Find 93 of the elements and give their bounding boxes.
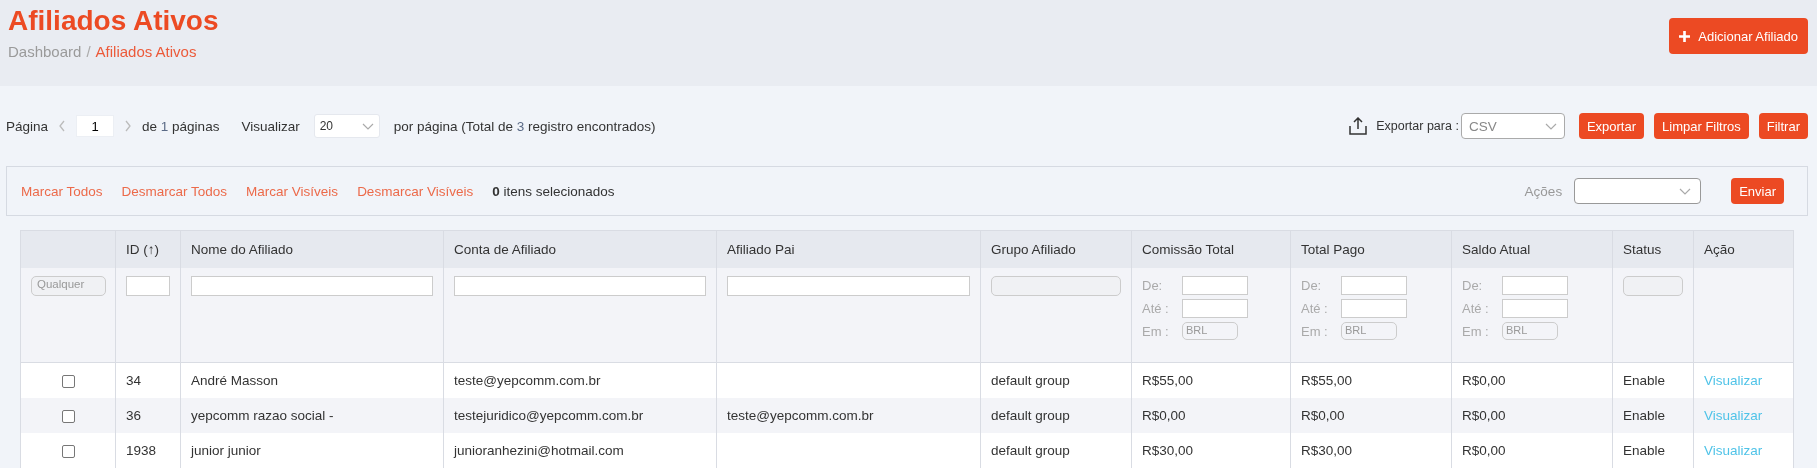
chevron-down-icon [1544,122,1557,130]
table-cell: teste@yepcomm.com.br [454,373,601,388]
table-cell: R$55,00 [1142,373,1194,388]
table-cell: R$30,00 [1142,443,1194,458]
from-label: De: [1301,278,1323,293]
chevron-down-icon [1679,187,1692,195]
send-button[interactable]: Enviar [1731,178,1784,204]
table-cell: Enable [1623,408,1666,423]
filter-field[interactable] [191,276,433,296]
row-checkbox[interactable] [61,444,75,458]
from-label: De: [1142,278,1164,293]
currency-label: Em : [1142,323,1170,339]
currency-select[interactable]: BRL [1502,322,1558,340]
table-cell: testejuridico@yepcomm.com.br [454,408,644,423]
table-cell: Enable [1623,443,1666,458]
table-cell: André Masson [191,373,279,388]
to-field[interactable] [1502,299,1568,318]
table-cell: yepcomm razao social - [191,408,334,423]
selection-link[interactable]: Desmarcar Todos [121,183,228,199]
filter-field[interactable] [727,276,970,296]
chevron-down-icon [361,122,374,130]
from-field[interactable] [1341,276,1407,295]
currency-label: Em : [1462,323,1490,339]
selection-link[interactable]: Marcar Visíveis [246,183,339,199]
selected-count-text: 0 itens selecionados [492,183,615,199]
filter-select[interactable] [1623,276,1683,296]
table-cell: default group [991,373,1070,388]
filter-select[interactable] [991,276,1121,296]
column-header[interactable]: Afiliado Pai [727,242,795,257]
page-label: Página [6,118,49,134]
table-cell: R$0,00 [1462,373,1506,388]
page-number-field[interactable]: 1 [76,115,115,137]
currency-select[interactable]: BRL [1341,322,1397,340]
next-page-icon[interactable] [124,120,133,132]
breadcrumb-link[interactable]: Dashboard [8,43,82,61]
selection-link[interactable]: Marcar Todos [21,183,103,199]
plus-icon [1679,30,1691,42]
add-affiliate-button[interactable]: Adicionar Afiliado [1669,18,1808,54]
column-header[interactable]: Nome do Afiliado [191,242,294,257]
column-header[interactable]: Conta de Afiliado [454,242,557,257]
to-field[interactable] [1182,299,1248,318]
to-label: Até : [1142,301,1170,316]
table-cell: 1938 [126,443,157,458]
to-label: Até : [1462,301,1490,316]
from-field[interactable] [1182,276,1248,295]
filter-field[interactable] [126,276,170,296]
page-title: Afiliados Ativos [8,5,219,37]
from-label: De: [1462,278,1484,293]
row-checkbox[interactable] [61,409,75,423]
from-field[interactable] [1502,276,1568,295]
actions-label: Ações [1524,183,1563,199]
filter-button[interactable]: Filtrar [1758,113,1808,139]
table-cell: teste@yepcomm.com.br [727,408,874,423]
table-cell: R$0,00 [1301,408,1345,423]
currency-label: Em : [1301,323,1329,339]
currency-select[interactable]: BRL [1182,322,1238,340]
table-cell: Enable [1623,373,1666,388]
row-checkbox[interactable] [61,374,75,388]
actions-select[interactable] [1574,178,1702,204]
table-cell: R$0,00 [1142,408,1186,423]
filter-field[interactable] [454,276,706,296]
table-cell: default group [991,408,1070,423]
export-button[interactable]: Exportar [1578,113,1645,139]
table-cell: R$0,00 [1462,408,1506,423]
column-header[interactable]: Ação [1704,242,1735,257]
selection-link[interactable]: Desmarcar Visíveis [357,183,474,199]
column-header[interactable]: Status [1623,242,1662,257]
view-label: Visualizar [241,118,300,134]
view-link[interactable]: Visualizar [1704,408,1763,423]
export-format-select[interactable]: CSV [1460,113,1565,139]
previous-page-icon[interactable] [58,120,67,132]
total-records-text: por página (Total de 3 registro encontrados) [393,118,656,134]
table-cell: 36 [126,408,142,423]
breadcrumb-link[interactable]: Afiliados Ativos [95,43,197,61]
page-count-text: de 1 páginas [142,118,220,134]
table-cell: 34 [126,373,142,388]
clear-filters-button[interactable]: Limpar Filtros [1654,113,1749,139]
table-cell: junior junior [191,443,261,458]
to-label: Até : [1301,301,1329,316]
to-field[interactable] [1341,299,1407,318]
breadcrumb-separator: / [86,43,91,61]
column-header[interactable]: ID (↑) [126,242,159,257]
filter-select[interactable]: Qualquer [31,276,106,296]
table-cell: R$30,00 [1301,443,1353,458]
upload-icon [1348,117,1369,135]
table-cell: R$55,00 [1301,373,1353,388]
table-cell: default group [991,443,1070,458]
per-page-select[interactable]: 20 [313,114,380,138]
table-cell: R$0,00 [1462,443,1506,458]
column-header[interactable]: Total Pago [1301,242,1365,257]
table-cell: junioranhezini@hotmail.com [454,443,624,458]
export-label: Exportar para : [1376,119,1459,133]
column-header[interactable]: Saldo Atual [1462,242,1531,257]
